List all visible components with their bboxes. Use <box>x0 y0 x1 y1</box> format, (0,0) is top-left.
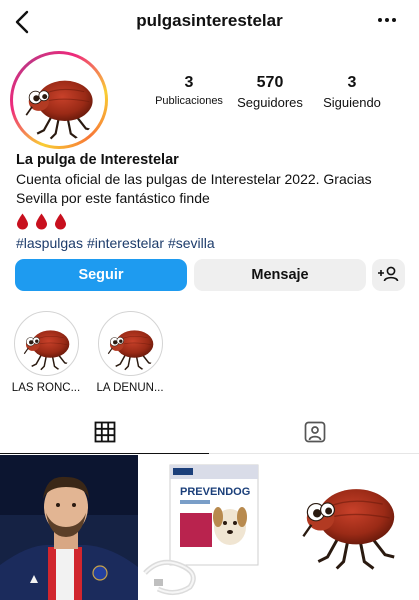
stat-followers[interactable]: 570 Seguidores <box>232 74 308 110</box>
post-thumbnail[interactable] <box>0 455 138 600</box>
tab-grid[interactable] <box>0 410 209 454</box>
drop-of-blood-icon <box>17 213 28 229</box>
drop-of-blood-icon <box>55 213 66 229</box>
hashtag-link[interactable]: #interestelar <box>87 235 164 251</box>
profile-stats: 3 Publicaciones 570 Seguidores 3 Siguien… <box>150 74 390 114</box>
profile-display-name: La pulga de Interestelar <box>16 152 179 168</box>
stat-followers-value: 570 <box>256 74 284 91</box>
hashtag-link[interactable]: #laspulgas <box>16 235 83 251</box>
blood-drop-emojis <box>16 210 411 232</box>
stat-following-value: 3 <box>347 74 357 91</box>
story-highlights: LAS RONC... LA DENUN... <box>10 311 310 395</box>
follow-button[interactable]: Seguir <box>15 259 187 291</box>
profile-tabs <box>0 410 419 454</box>
highlight-item[interactable]: LAS RONC... <box>10 311 82 394</box>
profile-actions: Seguir Mensaje <box>15 259 407 291</box>
tagged-icon <box>304 421 325 443</box>
stat-followers-label: Seguidores <box>237 95 303 110</box>
bio-hashtags: #laspulgas #interestelar #sevilla <box>16 234 411 253</box>
flea-post-image <box>281 455 419 600</box>
highlight-item[interactable]: LA DENUN... <box>94 311 166 394</box>
more-horizontal-icon[interactable] <box>375 8 399 32</box>
flea-avatar-image <box>25 79 94 140</box>
prevendog-product-photo: PREVENDOG <box>140 455 278 600</box>
tab-tagged[interactable] <box>210 410 419 454</box>
football-player-photo <box>0 455 138 600</box>
post-thumbnail[interactable]: PREVENDOG <box>140 455 278 600</box>
bio-text: Cuenta oficial de las pulgas de Interest… <box>16 171 372 206</box>
avatar[interactable] <box>10 51 108 149</box>
hashtag-link[interactable]: #sevilla <box>168 235 215 251</box>
add-user-button[interactable] <box>372 259 405 291</box>
profile-bio: La pulga de Interestelar Cuenta oficial … <box>16 151 411 253</box>
post-thumbnail[interactable] <box>281 455 419 600</box>
highlight-label: LAS RONC... <box>11 382 81 394</box>
profile-username: pulgasinterestelar <box>136 11 283 30</box>
top-bar: pulgasinterestelar <box>0 0 419 44</box>
stat-posts[interactable]: 3 Publicaciones <box>150 74 228 107</box>
posts-grid: PREVENDOG <box>0 455 419 600</box>
grid-icon <box>94 421 115 443</box>
highlight-label: LA DENUN... <box>96 382 164 394</box>
flea-highlight-image <box>23 329 70 371</box>
message-button[interactable]: Mensaje <box>194 259 366 291</box>
stat-following[interactable]: 3 Siguiendo <box>315 74 389 110</box>
add-user-icon <box>378 266 399 282</box>
drop-of-blood-icon <box>36 213 47 229</box>
stat-posts-label: Publicaciones <box>155 95 223 107</box>
flea-highlight-image <box>107 329 154 371</box>
stat-posts-value: 3 <box>184 74 194 91</box>
prevendog-brand-text: PREVENDOG <box>180 486 250 498</box>
stat-following-label: Siguiendo <box>323 95 381 110</box>
